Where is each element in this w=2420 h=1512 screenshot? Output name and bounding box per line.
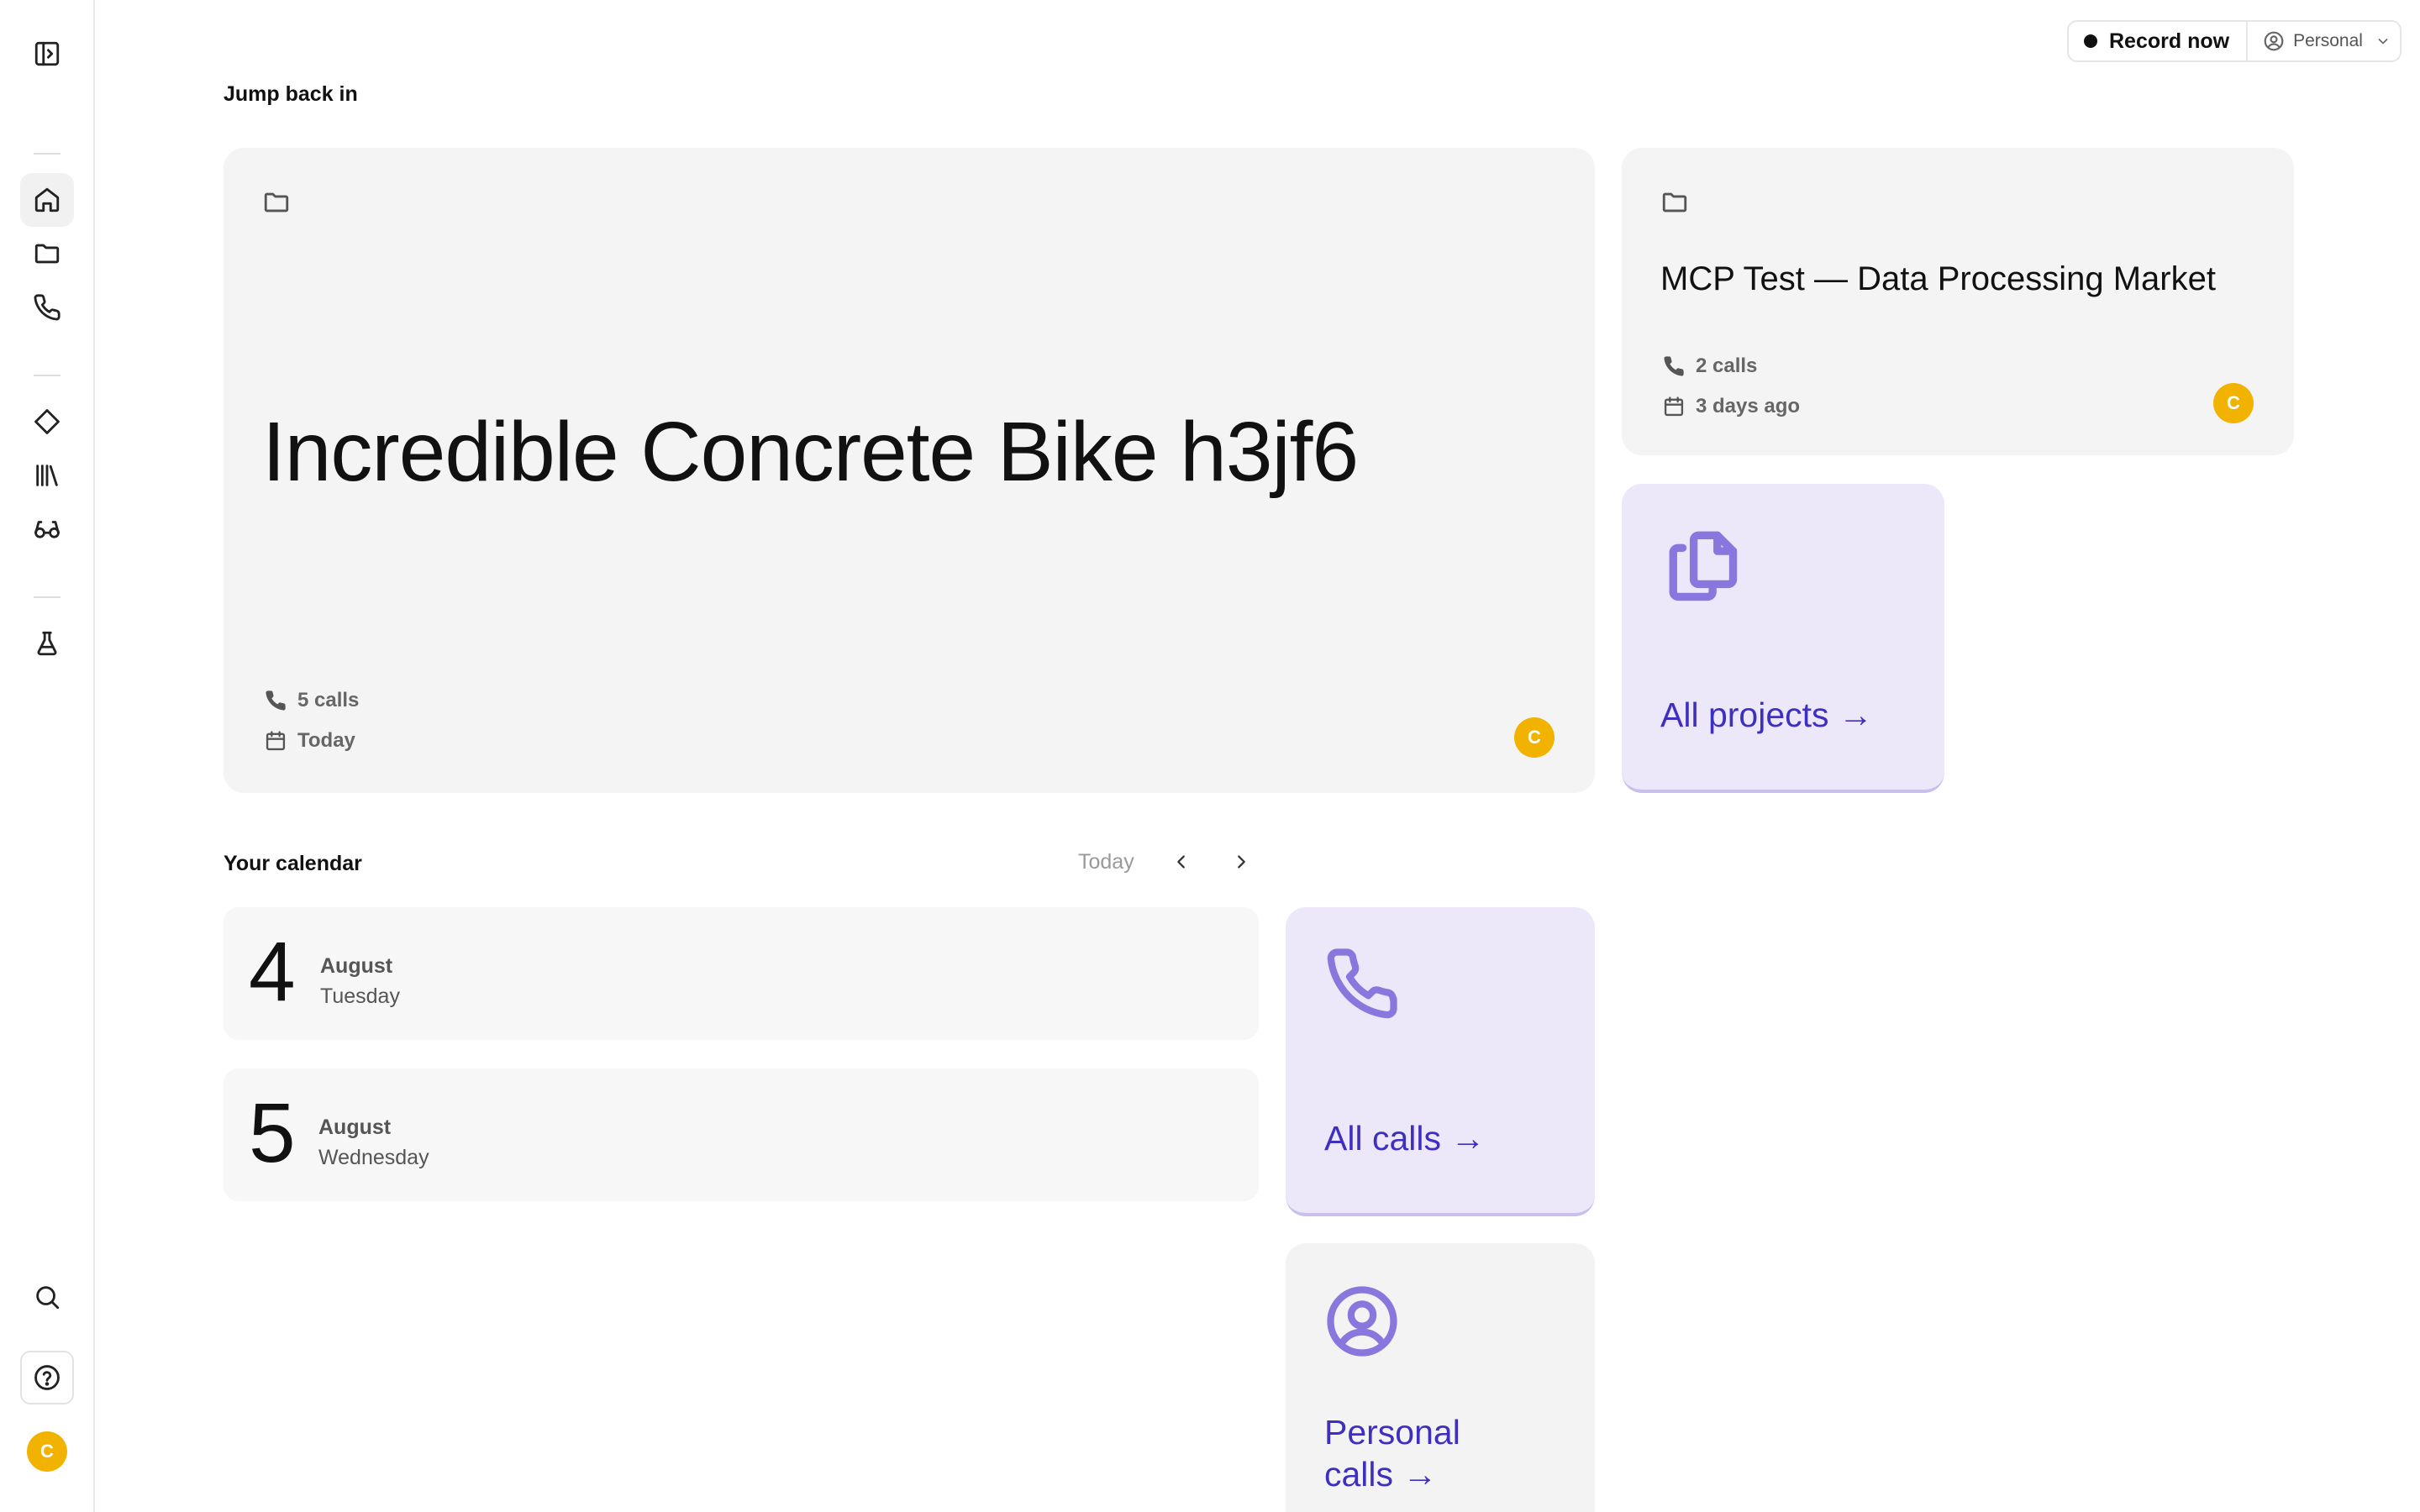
date-text: Today	[297, 729, 355, 752]
glasses-icon	[34, 521, 60, 538]
project-date: Today	[264, 729, 355, 753]
owner-avatar: C	[2213, 383, 2254, 423]
sidebar-item-home[interactable]	[20, 173, 74, 227]
calendar-today-button[interactable]: Today	[1078, 850, 1134, 874]
calendar-icon	[1664, 396, 1684, 417]
record-now-label: Record now	[2109, 29, 2230, 53]
calls-count-text: 5 calls	[297, 689, 360, 711]
personal-calls-card[interactable]: Personal calls →	[1286, 1243, 1595, 1512]
chevron-down-icon	[2378, 38, 2388, 45]
day-month: August	[320, 954, 393, 978]
project-title: Incredible Concrete Bike h3jf6	[262, 405, 1359, 499]
calendar-prev-button[interactable]	[1168, 848, 1195, 875]
home-icon	[34, 187, 60, 213]
date-text: 3 days ago	[1696, 395, 1801, 417]
folder-icon	[1660, 188, 1689, 217]
sidebar-item-labs[interactable]	[20, 617, 74, 670]
phone-icon	[1324, 946, 1400, 1021]
sidebar-item-projects[interactable]	[20, 227, 74, 281]
help-icon	[34, 1365, 60, 1390]
record-now-button[interactable]: Record now	[2069, 22, 2249, 60]
day-number: 4	[249, 925, 296, 1019]
owner-avatar: C	[1514, 717, 1555, 758]
day-month: August	[318, 1116, 392, 1139]
chevron-left-icon	[1177, 855, 1185, 869]
calendar-icon	[266, 731, 286, 751]
calls-count-text: 2 calls	[1696, 354, 1758, 377]
calendar-day[interactable]: 5 August Wednesday	[224, 1068, 1259, 1201]
sidebar-divider	[34, 375, 60, 376]
chevron-right-icon	[1238, 855, 1245, 869]
sidebar-item-glasses[interactable]	[20, 502, 74, 556]
sidebar-divider	[34, 596, 60, 598]
calendar-next-button[interactable]	[1228, 848, 1255, 875]
personal-calls-link[interactable]: Personal calls →	[1324, 1411, 1460, 1495]
project-title: MCP Test — Data Processing Market	[1660, 260, 2216, 297]
app-root: C Record now Personal Jump back in Incre…	[0, 0, 2420, 1512]
user-avatar[interactable]: C	[27, 1431, 67, 1472]
copy-documents-icon	[1664, 526, 1739, 601]
calendar-day[interactable]: 4 August Tuesday	[224, 907, 1259, 1040]
phone-icon	[34, 294, 60, 321]
day-number: 5	[249, 1086, 296, 1180]
sidebar-item-calls[interactable]	[20, 281, 74, 334]
search-icon	[36, 1286, 60, 1310]
user-circle-icon	[1324, 1284, 1400, 1359]
jump-back-heading: Jump back in	[224, 82, 358, 106]
sidebar-item-tags[interactable]	[20, 395, 74, 449]
sidebar-divider	[34, 153, 60, 155]
personal-calls-label-line1: Personal	[1324, 1413, 1460, 1452]
personal-calls-label-line2: calls →	[1324, 1455, 1438, 1494]
project-calls-count: 2 calls	[1662, 354, 1757, 378]
featured-project-card[interactable]: Incredible Concrete Bike h3jf6 5 calls T…	[224, 148, 1595, 793]
folder-icon	[262, 188, 291, 217]
day-weekday: Tuesday	[320, 984, 400, 1008]
secondary-project-card[interactable]: MCP Test — Data Processing Market 2 call…	[1622, 148, 2294, 455]
all-projects-card[interactable]: All projects →	[1622, 484, 1944, 793]
sidebar: C	[0, 0, 95, 1512]
panel-toggle-icon	[34, 41, 60, 66]
all-calls-link[interactable]: All calls →	[1324, 1117, 1485, 1159]
phone-icon	[1664, 356, 1684, 376]
day-weekday: Wednesday	[318, 1146, 429, 1169]
sidebar-toggle-button[interactable]	[20, 27, 74, 81]
sidebar-item-library[interactable]	[20, 449, 74, 502]
workspace-label: Personal	[2293, 31, 2363, 50]
diamond-icon	[34, 409, 60, 434]
record-dot-icon	[2084, 34, 2097, 48]
topbar-controls: Record now Personal	[2067, 20, 2402, 62]
all-calls-card[interactable]: All calls →	[1286, 907, 1595, 1216]
phone-icon	[266, 690, 286, 711]
folder-icon	[34, 244, 60, 264]
project-date: 3 days ago	[1662, 395, 1800, 418]
flask-icon	[37, 631, 57, 656]
calendar-heading: Your calendar	[224, 852, 362, 875]
sidebar-search-button[interactable]	[20, 1270, 74, 1324]
help-button[interactable]	[20, 1351, 74, 1404]
library-icon	[36, 465, 58, 486]
all-projects-link[interactable]: All projects →	[1660, 694, 1873, 736]
project-calls-count: 5 calls	[264, 689, 359, 712]
user-circle-icon	[2264, 31, 2284, 51]
workspace-selector[interactable]: Personal	[2248, 30, 2391, 52]
